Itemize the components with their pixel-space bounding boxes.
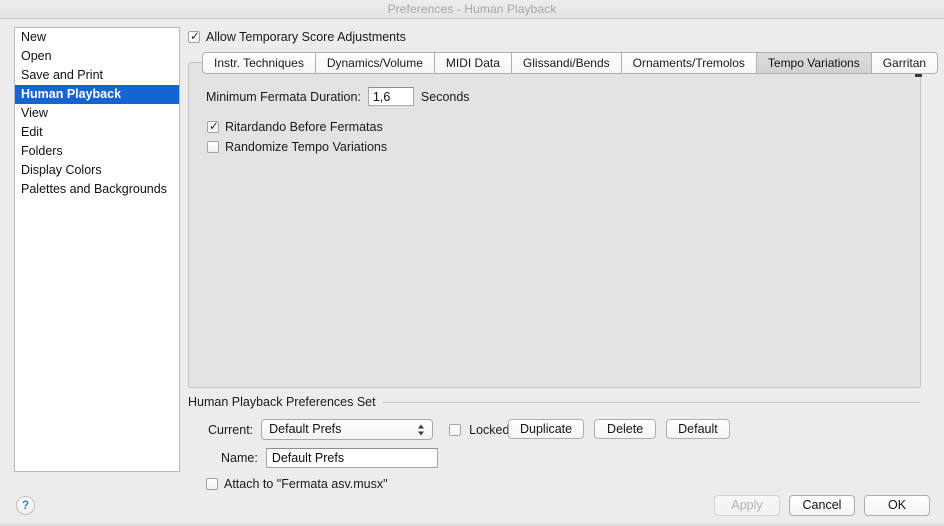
ok-button[interactable]: OK [864, 495, 930, 516]
sidebar-item-save-and-print[interactable]: Save and Print [15, 66, 179, 85]
window-titlebar: Preferences - Human Playback [0, 0, 944, 19]
attach-to-file-row[interactable]: Attach to "Fermata asv.musx" [206, 477, 388, 491]
apply-button[interactable]: Apply [714, 495, 780, 516]
tab-glissandi-bends[interactable]: Glissandi/Bends [511, 52, 622, 74]
ritardando-before-fermatas-checkbox[interactable] [207, 119, 219, 133]
allow-temporary-score-adjustments-label: Allow Temporary Score Adjustments [206, 30, 406, 44]
sidebar-item-edit[interactable]: Edit [15, 123, 179, 142]
current-label: Current: [208, 422, 254, 437]
randomize-tempo-variations-row[interactable]: Randomize Tempo Variations [207, 140, 387, 154]
randomize-tempo-variations-label: Randomize Tempo Variations [225, 140, 388, 154]
default-button[interactable]: Default [666, 419, 730, 439]
name-label: Name: [221, 451, 258, 465]
cancel-button[interactable]: Cancel [789, 495, 855, 516]
tab-overflow-indicator-icon[interactable] [915, 74, 922, 77]
preferences-set-group-title: Human Playback Preferences Set [188, 395, 376, 409]
tab-ornaments-tremolos[interactable]: Ornaments/Tremolos [621, 52, 757, 74]
help-button[interactable]: ? [16, 496, 35, 515]
duplicate-button[interactable]: Duplicate [508, 419, 585, 439]
locked-label: Locked [469, 422, 510, 437]
settings-tabstrip[interactable]: Instr. Techniques Dynamics/Volume MIDI Dat… [202, 52, 939, 74]
minimum-fermata-duration-input[interactable] [367, 87, 414, 106]
prefs-set-name-row: Name: [221, 448, 438, 468]
sidebar-item-display-colors[interactable]: Display Colors [15, 161, 179, 180]
randomize-tempo-variations-checkbox[interactable] [207, 141, 219, 153]
chevron-updown-icon [418, 423, 425, 436]
tempo-variations-panel: Minimum Fermata Duration: Seconds Ritard… [188, 62, 921, 388]
tab-dynamics-volume[interactable]: Dynamics/Volume [315, 52, 435, 74]
sidebar-item-new[interactable]: New [15, 28, 179, 47]
preferences-content-pane: Allow Temporary Score Adjustments Instr.… [188, 27, 939, 497]
sidebar-item-human-playback[interactable]: Human Playback [15, 85, 179, 104]
preferences-set-group-header: Human Playback Preferences Set [188, 395, 928, 409]
tab-midi-data[interactable]: MIDI Data [434, 52, 512, 74]
minimum-fermata-duration-row: Minimum Fermata Duration: Seconds [206, 87, 470, 106]
dialog-buttons: Apply Cancel OK [714, 495, 930, 516]
preferences-set-group: Human Playback Preferences Set Current: … [188, 395, 928, 491]
ritardando-before-fermatas-label: Ritardando Before Fermatas [225, 120, 383, 134]
current-prefs-set-value: Default Prefs [269, 422, 342, 436]
group-divider [382, 401, 920, 403]
category-sidebar[interactable]: New Open Save and Print Human Playback View E… [14, 27, 180, 472]
preferences-window: Preferences - Human Playback New Open Save… [0, 0, 944, 526]
attach-to-file-checkbox[interactable] [206, 478, 218, 490]
allow-temporary-score-adjustments-checkbox[interactable] [188, 29, 200, 43]
sidebar-item-view[interactable]: View [15, 104, 179, 123]
prefs-set-name-input[interactable] [265, 448, 438, 468]
allow-temporary-score-adjustments-row[interactable]: Allow Temporary Score Adjustments [188, 29, 406, 44]
attach-to-file-label: Attach to "Fermata asv.musx" [224, 477, 388, 491]
ritardando-before-fermatas-row[interactable]: Ritardando Before Fermatas [207, 119, 383, 134]
sidebar-item-folders[interactable]: Folders [15, 142, 179, 161]
delete-button[interactable]: Delete [594, 419, 657, 439]
seconds-unit-label: Seconds [420, 89, 470, 104]
sidebar-item-palettes-and-backgrounds[interactable]: Palettes and Backgrounds [15, 180, 179, 199]
current-prefs-set-dropdown[interactable]: Default Prefs [261, 419, 434, 440]
tab-instr-techniques[interactable]: Instr. Techniques [202, 52, 316, 74]
tab-tempo-variations[interactable]: Tempo Variations [756, 52, 872, 74]
minimum-fermata-duration-label: Minimum Fermata Duration: [206, 89, 361, 104]
tab-garritan[interactable]: Garritan [871, 52, 939, 74]
prefs-set-action-buttons: Duplicate Delete Default [508, 419, 730, 439]
locked-checkbox[interactable] [449, 423, 462, 436]
current-prefs-row: Current: Default Prefs Locked [208, 419, 509, 440]
sidebar-item-open[interactable]: Open [15, 47, 179, 66]
window-title: Preferences - Human Playback [387, 2, 557, 16]
